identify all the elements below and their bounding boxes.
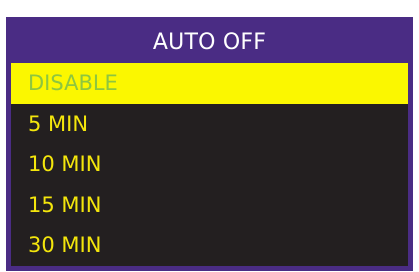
menu-option-30-min[interactable]: 30 MIN xyxy=(11,225,408,266)
menu-option-5-min[interactable]: 5 MIN xyxy=(11,104,408,145)
auto-off-menu-panel: AUTO OFF DISABLE 5 MIN 10 MIN 15 MIN 30 … xyxy=(6,17,413,271)
menu-option-disable[interactable]: DISABLE xyxy=(11,63,408,104)
menu-option-10-min[interactable]: 10 MIN xyxy=(11,144,408,185)
menu-title: AUTO OFF xyxy=(11,22,408,63)
menu-option-15-min[interactable]: 15 MIN xyxy=(11,185,408,226)
menu-options-list: DISABLE 5 MIN 10 MIN 15 MIN 30 MIN xyxy=(11,63,408,266)
